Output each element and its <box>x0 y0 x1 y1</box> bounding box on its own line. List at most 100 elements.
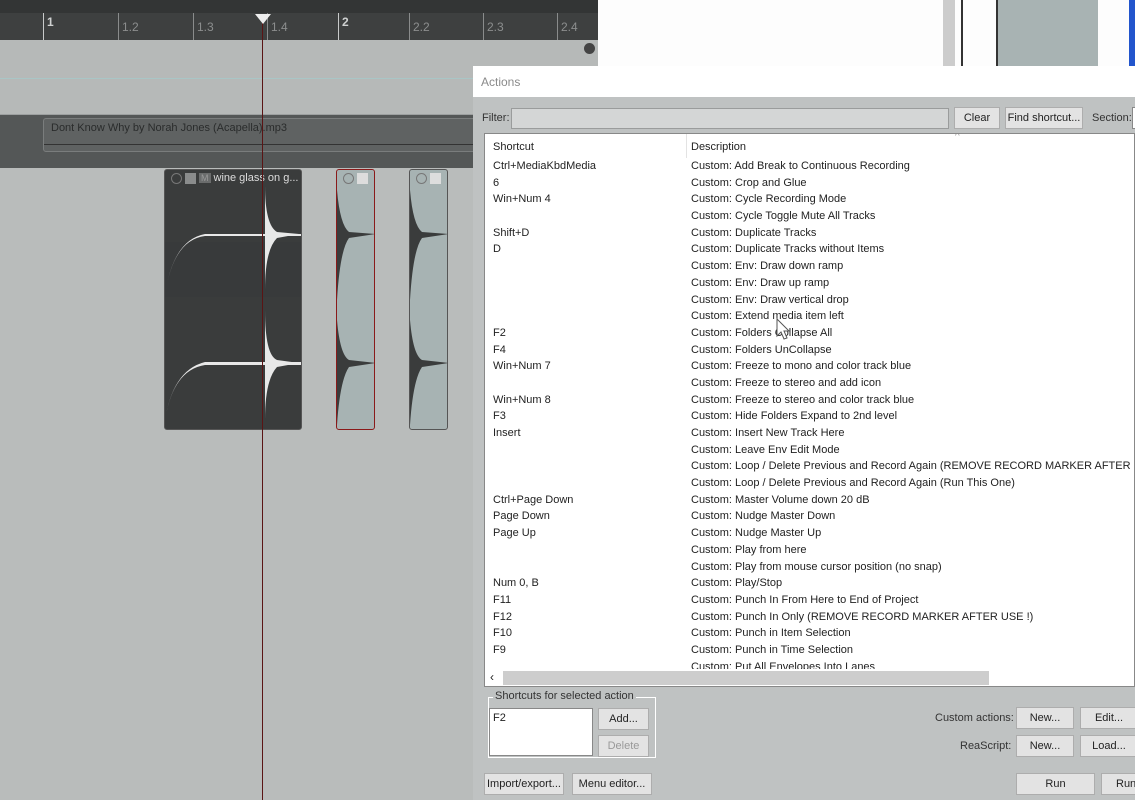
mute-button[interactable]: M <box>199 173 211 183</box>
row-shortcut: F12 <box>493 610 512 623</box>
power-icon[interactable] <box>171 172 182 184</box>
table-row[interactable]: Custom: Freeze to stereo and add icon <box>485 376 1134 393</box>
row-shortcut: Ctrl+MediaKbdMedia <box>493 160 597 172</box>
table-row[interactable]: Win+Num 4 Custom: Cycle Recording Mode <box>485 192 1134 209</box>
table-row[interactable]: Custom: Loop / Delete Previous and Recor… <box>485 476 1134 493</box>
table-row[interactable]: Ctrl+MediaKbdMedia Custom: Add Break to C… <box>485 159 1134 176</box>
lock-icon[interactable] <box>185 172 196 184</box>
power-icon[interactable] <box>416 172 427 184</box>
filter-input[interactable] <box>511 108 949 129</box>
column-shortcut[interactable]: Shortcut <box>493 141 534 153</box>
row-shortcut: Page Up <box>493 527 536 540</box>
ruler-tick: 2.4 <box>557 13 578 40</box>
row-shortcut: Page Down <box>493 510 550 523</box>
power-icon[interactable] <box>343 172 354 184</box>
row-description: Custom: Punch in Time Selection <box>691 643 854 656</box>
shortcuts-listbox[interactable]: F2 <box>489 708 593 756</box>
table-row[interactable]: 6 Custom: Crop and Glue <box>485 176 1134 193</box>
playhead-marker[interactable] <box>255 14 271 24</box>
row-description: Custom: Hide Folders Expand to 2nd level <box>691 410 898 423</box>
row-description: Custom: Crop and Glue <box>691 176 807 189</box>
table-row[interactable]: Custom: Env: Draw up ramp <box>485 276 1134 293</box>
row-description: Custom: Play/Stop <box>691 577 783 590</box>
table-row[interactable]: D Custom: Duplicate Tracks without Items <box>485 242 1134 259</box>
media-item-wine-glass[interactable]: Mwine glass on g... <box>164 169 302 430</box>
table-row[interactable]: Win+Num 8 Custom: Freeze to stereo and co… <box>485 393 1134 410</box>
ruler-tick: 1 <box>43 13 54 40</box>
row-description: Custom: Nudge Master Down <box>691 510 836 523</box>
table-row[interactable]: Custom: Env: Draw down ramp <box>485 259 1134 276</box>
run-button[interactable]: Run <box>1016 773 1095 795</box>
row-shortcut: 6 <box>493 176 500 189</box>
row-description: Custom: Cycle Toggle Mute All Tracks <box>691 210 876 223</box>
reascript-load-button[interactable]: Load... <box>1080 735 1135 757</box>
table-row[interactable]: Shift+D Custom: Duplicate Tracks <box>485 226 1134 243</box>
add-shortcut-button[interactable]: Add... <box>598 708 649 730</box>
row-shortcut: F9 <box>493 643 506 656</box>
scroll-left-icon[interactable]: ‹ <box>490 670 494 684</box>
playhead-line <box>262 18 263 800</box>
clear-button[interactable]: Clear <box>954 107 1000 129</box>
row-description: Custom: Env: Draw down ramp <box>691 260 844 273</box>
shortcut-item[interactable]: F2 <box>493 712 506 724</box>
table-row[interactable]: Page Up Custom: Nudge Master Up <box>485 526 1134 543</box>
table-row[interactable]: F10 Custom: Punch in Item Selection <box>485 626 1134 643</box>
row-description: Custom: Folders Collapse All <box>691 326 833 339</box>
run-close-button[interactable]: Run <box>1101 773 1135 795</box>
clip-name: wine glass on g... <box>213 172 299 184</box>
action-rows: Ctrl+MediaKbdMedia Custom: Add Break to C… <box>485 159 1134 676</box>
row-shortcut: Num 0, B <box>493 577 539 590</box>
background-window <box>598 0 1135 66</box>
media-item-3[interactable] <box>409 169 448 430</box>
scrollbar-thumb[interactable] <box>503 671 989 685</box>
table-row[interactable]: Insert Custom: Insert New Track Here <box>485 426 1134 443</box>
table-row[interactable]: Custom: Cycle Toggle Mute All Tracks <box>485 209 1134 226</box>
media-item-2[interactable] <box>336 169 375 430</box>
delete-shortcut-button[interactable]: Delete <box>598 735 649 757</box>
column-description[interactable]: Description <box>691 141 746 153</box>
horizontal-scrollbar[interactable]: ‹ <box>485 669 1134 686</box>
find-shortcut-button[interactable]: Find shortcut... <box>1005 107 1083 129</box>
ruler-top-band <box>0 0 598 13</box>
row-shortcut: F10 <box>493 627 512 640</box>
table-row[interactable]: Custom: Env: Draw vertical drop <box>485 293 1134 310</box>
lock-icon[interactable] <box>357 172 368 184</box>
table-row[interactable]: F4 Custom: Folders UnCollapse <box>485 343 1134 360</box>
table-row[interactable]: F2 Custom: Folders Collapse All <box>485 326 1134 343</box>
reascript-new-button[interactable]: New... <box>1016 735 1074 757</box>
table-row[interactable]: F11 Custom: Punch In From Here to End of … <box>485 593 1134 610</box>
table-row[interactable]: Custom: Extend media item left <box>485 309 1134 326</box>
table-row[interactable]: Ctrl+Page Down Custom: Master Volume down… <box>485 493 1134 510</box>
ruler-tick-label: 2.3 <box>487 20 504 34</box>
timeline-ruler[interactable]: 1 1.2 1.3 1.4 2 2.2 2.3 2.4 <box>0 0 598 40</box>
ruler-tick: 1.3 <box>193 13 214 40</box>
ruler-tick-label: 1.2 <box>122 20 139 34</box>
row-description: Custom: Env: Draw up ramp <box>691 276 830 289</box>
row-description: Custom: Nudge Master Up <box>691 527 822 540</box>
row-description: Custom: Duplicate Tracks <box>691 226 817 239</box>
row-shortcut: F3 <box>493 410 506 423</box>
table-row[interactable]: Custom: Play from here <box>485 543 1134 560</box>
table-row[interactable]: Page Down Custom: Nudge Master Down <box>485 509 1134 526</box>
table-row[interactable]: Num 0, B Custom: Play/Stop <box>485 576 1134 593</box>
table-row[interactable]: F3 Custom: Hide Folders Expand to 2nd lev… <box>485 409 1134 426</box>
custom-new-button[interactable]: New... <box>1016 707 1074 729</box>
table-row[interactable]: Custom: Play from mouse cursor position … <box>485 560 1134 577</box>
actions-list[interactable]: Shortcut Description ^ Ctrl+MediaKbdMedi… <box>484 133 1135 687</box>
lock-icon[interactable] <box>430 172 441 184</box>
sort-ascending-icon: ^ <box>955 133 960 142</box>
table-row[interactable]: Win+Num 7 Custom: Freeze to mono and colo… <box>485 359 1134 376</box>
table-row[interactable]: Custom: Leave Env Edit Mode <box>485 443 1134 460</box>
table-row[interactable]: F12 Custom: Punch In Only (REMOVE RECORD … <box>485 610 1134 627</box>
table-row[interactable]: Custom: Loop / Delete Previous and Recor… <box>485 459 1134 476</box>
row-description: Custom: Freeze to stereo and color track… <box>691 393 915 406</box>
custom-edit-button[interactable]: Edit... <box>1080 707 1135 729</box>
table-row[interactable]: F9 Custom: Punch in Time Selection <box>485 643 1134 660</box>
row-description: Custom: Loop / Delete Previous and Recor… <box>691 477 1015 490</box>
ruler-tick: 2.3 <box>483 13 504 40</box>
menu-editor-button[interactable]: Menu editor... <box>572 773 652 795</box>
import-export-button[interactable]: Import/export... <box>484 773 564 795</box>
section-label: Section: <box>1092 112 1132 124</box>
custom-actions-label: Custom actions: <box>935 712 1014 724</box>
row-description: Custom: Duplicate Tracks without Items <box>691 243 885 256</box>
